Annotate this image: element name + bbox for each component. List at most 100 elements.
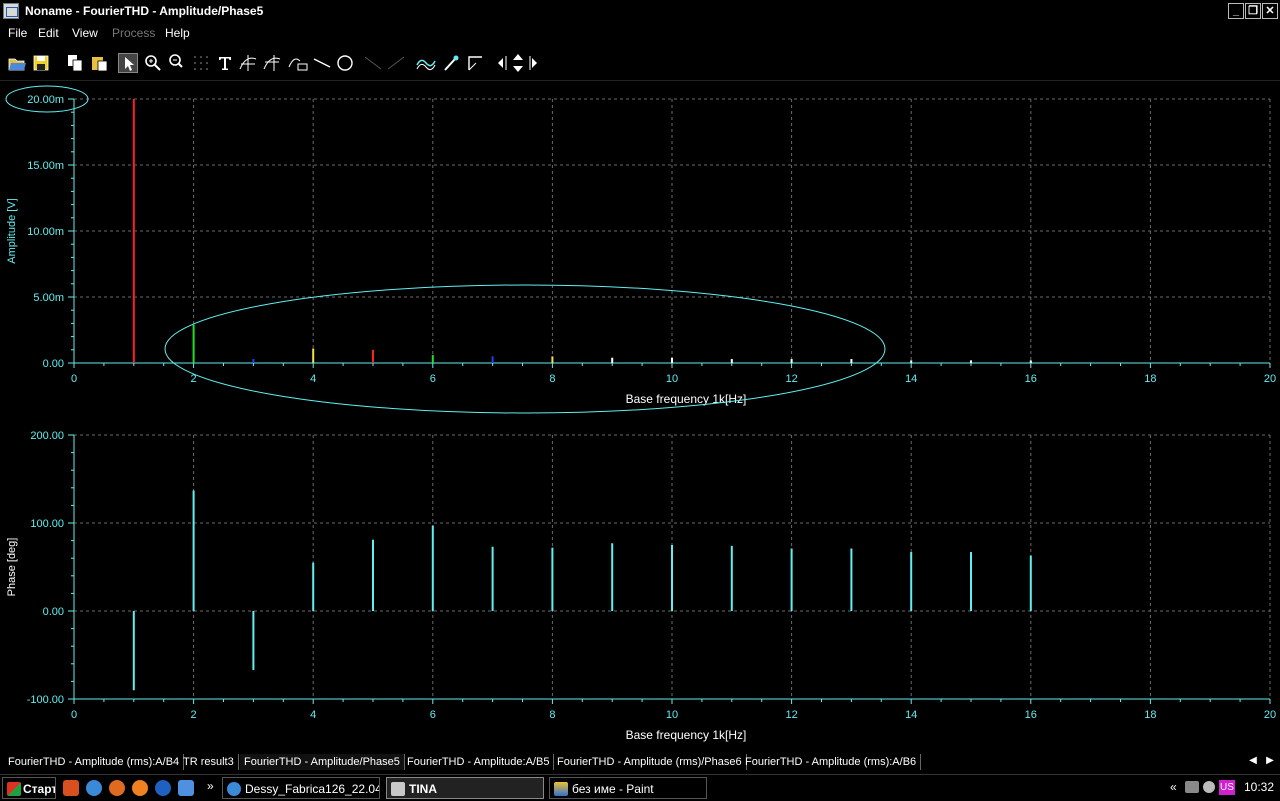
title-bar: Noname - FourierTHD - Amplitude/Phase5 _…	[0, 0, 1280, 23]
tab-amplitude-phase5[interactable]: FourierTHD - Amplitude/Phase5	[240, 754, 405, 770]
menu-view[interactable]: View	[72, 26, 98, 40]
open-icon[interactable]	[7, 53, 27, 73]
y-tick-label: 100.00	[30, 518, 64, 530]
menu-bar: File Edit View Process Help	[0, 23, 1280, 43]
x-tick-label: 10	[666, 709, 678, 721]
task-label: без име - Paint	[572, 782, 654, 796]
arrow-right-icon[interactable]	[527, 53, 547, 73]
y-tick-label: 15.00m	[27, 160, 64, 172]
paint-icon	[554, 782, 568, 796]
quicklaunch-explorer-icon[interactable]	[178, 780, 194, 796]
grid-icon[interactable]	[191, 53, 211, 73]
task-paint[interactable]: без име - Paint	[549, 777, 707, 799]
close-button[interactable]: ✕	[1262, 3, 1278, 19]
tab-scroll-left-icon[interactable]: ◀	[1247, 755, 1259, 767]
text-icon[interactable]	[215, 53, 235, 73]
start-label: Старт	[23, 782, 56, 796]
y-tick-label: -100.00	[27, 694, 64, 706]
network-icon[interactable]	[1185, 781, 1199, 793]
quicklaunch-media-icon[interactable]	[155, 780, 171, 796]
highlight-ellipse-harmonics[interactable]	[164, 284, 886, 414]
copy-icon[interactable]	[65, 53, 85, 73]
taskbar: Старт » Dessy_Fabrica126_22.04... TINA б…	[0, 774, 1280, 801]
circle-icon[interactable]	[335, 53, 355, 73]
x-tick-label: 18	[1144, 373, 1156, 385]
paste-icon[interactable]	[89, 53, 109, 73]
line-icon[interactable]	[312, 53, 332, 73]
tab-amplitude-ab5[interactable]: FourierTHD - Amplitude:A/B5	[403, 754, 555, 770]
x-tick-label: 20	[1264, 709, 1276, 721]
y-tick-label: 20.00m	[27, 94, 64, 106]
cursor-b-icon[interactable]	[262, 53, 282, 73]
amplitude-chart[interactable]: 0 2 4 6 8 10 12 14 16 18 200.005.00m10.00m15.00m20…	[6, 94, 1276, 406]
pointer-icon[interactable]	[118, 53, 138, 73]
draw-line-1-icon[interactable]	[363, 53, 383, 73]
tab-amplitude-rms-ab6[interactable]: FourierTHD - Amplitude (rms):A/B6	[741, 754, 922, 770]
windows-logo-icon	[7, 782, 21, 796]
fourier-plot[interactable]: 0 2 4 6 8 10 12 14 16 18 200.005.00m10.00m15.00m20…	[0, 84, 1280, 750]
x-tick-label: 4	[310, 709, 316, 721]
annotations	[5, 85, 886, 414]
toolbar	[0, 48, 1280, 81]
tab-amplitude-rms-phase6[interactable]: FourierTHD - Amplitude (rms)/Phase6	[553, 754, 747, 770]
menu-edit[interactable]: Edit	[38, 26, 59, 40]
x-tick-label: 4	[310, 373, 316, 385]
x-axis-label: Base frequency 1k[Hz]	[626, 728, 747, 742]
y-tick-label: 0.00	[43, 606, 64, 618]
tina-icon	[391, 782, 405, 796]
minimize-button[interactable]: _	[1228, 3, 1244, 19]
curve-label-icon[interactable]	[288, 53, 308, 73]
tab-amplitude-rms-ab4[interactable]: FourierTHD - Amplitude (rms):A/B4	[4, 754, 185, 770]
x-tick-label: 14	[905, 709, 917, 721]
quicklaunch-app-icon[interactable]	[63, 780, 79, 796]
x-tick-label: 12	[785, 709, 797, 721]
task-label: Dessy_Fabrica126_22.04...	[245, 782, 380, 796]
y-tick-label: 5.00m	[33, 292, 64, 304]
x-tick-label: 10	[666, 373, 678, 385]
x-tick-label: 0	[71, 709, 77, 721]
x-tick-label: 18	[1144, 709, 1156, 721]
x-axis-label: Base frequency 1k[Hz]	[626, 392, 747, 406]
x-tick-label: 6	[430, 709, 436, 721]
quicklaunch-firefox-icon[interactable]	[132, 780, 148, 796]
y-tick-label: 200.00	[30, 430, 64, 442]
zoom-in-icon[interactable]	[143, 53, 163, 73]
arrow-updown-icon[interactable]	[508, 53, 528, 73]
tray-expand-icon[interactable]: «	[1170, 780, 1177, 794]
chrome-icon	[227, 782, 241, 796]
menu-file[interactable]: File	[8, 26, 27, 40]
y-axis-label: Phase [deg]	[6, 538, 18, 597]
tab-tr-result3[interactable]: TR result3	[179, 754, 239, 770]
quicklaunch-browser-icon[interactable]	[109, 780, 125, 796]
menu-help[interactable]: Help	[165, 26, 190, 40]
volume-icon[interactable]	[1203, 781, 1215, 793]
x-tick-label: 8	[549, 373, 555, 385]
y-tick-label: 10.00m	[27, 226, 64, 238]
clock[interactable]: 10:32	[1244, 780, 1274, 794]
axis-icon[interactable]	[466, 53, 486, 73]
curve-icon[interactable]	[416, 53, 436, 73]
cursor-a-icon[interactable]	[238, 53, 258, 73]
start-button[interactable]: Старт	[2, 777, 56, 799]
draw-line-2-icon[interactable]	[386, 53, 406, 73]
task-label: TINA	[409, 782, 437, 796]
tab-bar: FourierTHD - Amplitude (rms):A/B4 TR res…	[0, 752, 1280, 772]
x-tick-label: 16	[1025, 709, 1037, 721]
pick-icon[interactable]	[441, 53, 461, 73]
y-axis-label: Amplitude [V]	[6, 198, 18, 263]
save-icon[interactable]	[31, 53, 51, 73]
phase-chart[interactable]: 0 2 4 6 8 10 12 14 16 18 20 -100.00 0.00 100.00 200.00…	[6, 430, 1276, 742]
quicklaunch-chrome-icon[interactable]	[86, 780, 102, 796]
x-tick-label: 20	[1264, 373, 1276, 385]
task-dessy-fabrica[interactable]: Dessy_Fabrica126_22.04...	[222, 777, 380, 799]
menu-process[interactable]: Process	[112, 26, 155, 40]
restore-button[interactable]: ❐	[1245, 3, 1261, 19]
app-icon[interactable]	[3, 3, 19, 19]
zoom-100-icon[interactable]	[167, 53, 187, 73]
task-tina[interactable]: TINA	[386, 777, 544, 799]
window-title: Noname - FourierTHD - Amplitude/Phase5	[25, 4, 264, 18]
quicklaunch-more-icon[interactable]: »	[207, 779, 214, 793]
x-tick-label: 12	[785, 373, 797, 385]
language-indicator[interactable]: US	[1219, 780, 1235, 795]
tab-scroll-right-icon[interactable]: ▶	[1264, 755, 1276, 767]
